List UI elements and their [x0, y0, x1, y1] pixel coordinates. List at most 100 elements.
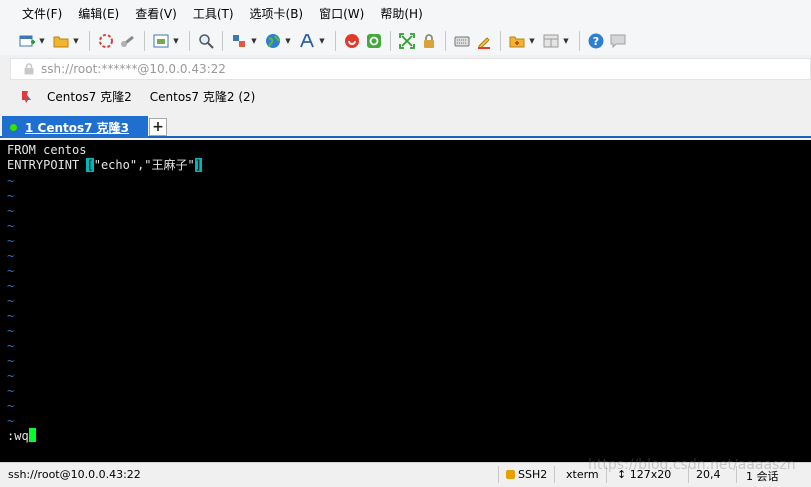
- tab-session[interactable]: 1 Centos7 克隆3: [2, 116, 148, 138]
- lock-icon: [24, 63, 34, 75]
- new-tab-group-dropdown[interactable]: ▼: [528, 30, 536, 52]
- lock-button[interactable]: [418, 30, 440, 52]
- links-bar: Centos7 克隆2 Centos7 克隆2 (2): [0, 84, 811, 110]
- new-session-dropdown[interactable]: ▼: [38, 30, 46, 52]
- terminal-line: FROM centos: [7, 143, 87, 157]
- svg-text:?: ?: [593, 35, 599, 48]
- xftp-button[interactable]: [341, 30, 363, 52]
- properties-button[interactable]: [150, 30, 172, 52]
- bracket-highlight: [: [86, 158, 94, 172]
- fullscreen-icon: [399, 33, 415, 49]
- help-button[interactable]: ?: [585, 30, 607, 52]
- toolbar-separator: [445, 31, 446, 51]
- find-button[interactable]: [195, 30, 217, 52]
- links-bookmark-icon[interactable]: [20, 90, 34, 104]
- menu-tabs[interactable]: 选项卡(B): [242, 3, 312, 25]
- xmanager-button[interactable]: [363, 30, 385, 52]
- new-tab-group-button[interactable]: [506, 30, 528, 52]
- terminal-cursor: [28, 428, 36, 442]
- lock-icon: [506, 470, 515, 479]
- vim-empty-line: ~: [7, 249, 15, 263]
- vim-empty-line: ~: [7, 264, 15, 278]
- link-item[interactable]: Centos7 克隆2 (2): [141, 86, 265, 108]
- menu-view[interactable]: 查看(V): [127, 3, 185, 25]
- status-protocol: SSH2: [506, 468, 547, 481]
- new-tab-group-icon: [509, 36, 525, 48]
- terminal[interactable]: FROM centos ENTRYPOINT ["echo","王麻子"] ~ ~…: [0, 140, 811, 462]
- menu-bar: 文件(F) 编辑(E) 查看(V) 工具(T) 选项卡(B) 窗口(W) 帮助(…: [0, 0, 811, 27]
- layout-dropdown[interactable]: ▼: [562, 30, 570, 52]
- new-session-button[interactable]: [16, 30, 38, 52]
- toolbar-separator: [189, 31, 190, 51]
- highlight-button[interactable]: [473, 30, 495, 52]
- disconnect-icon: [99, 34, 113, 48]
- vim-empty-line: ~: [7, 174, 15, 188]
- globe-button[interactable]: [262, 30, 284, 52]
- address-text: ssh://root:******@10.0.0.43:22: [41, 62, 226, 76]
- find-icon: [199, 34, 214, 49]
- font-icon: [300, 34, 314, 48]
- properties-dropdown[interactable]: ▼: [172, 30, 180, 52]
- chat-icon: [610, 34, 626, 49]
- bracket-highlight: ]: [194, 158, 202, 172]
- layout-button[interactable]: [540, 30, 562, 52]
- watermark: https://blog.csdn.net/aaaaszn: [588, 457, 796, 473]
- globe-dropdown[interactable]: ▼: [284, 30, 292, 52]
- tab-label: 1 Centos7 克隆3: [25, 120, 130, 135]
- toolbar-separator: [390, 31, 391, 51]
- transfer-icon: [233, 35, 245, 47]
- help-icon: ?: [588, 33, 604, 49]
- toolbar: ▼ ▼ ▼ ▼ ▼ ▼ ▼ ▼ ?: [0, 27, 811, 55]
- status-connection: ssh://root@10.0.0.43:22: [8, 468, 141, 481]
- lock-icon: [424, 34, 434, 48]
- add-tab-button[interactable]: +: [149, 118, 167, 136]
- menu-file[interactable]: 文件(F): [14, 3, 70, 25]
- vim-empty-line: ~: [7, 234, 15, 248]
- fullscreen-button[interactable]: [396, 30, 418, 52]
- menu-window[interactable]: 窗口(W): [311, 3, 372, 25]
- toolbar-separator: [579, 31, 580, 51]
- highlight-icon: [478, 37, 490, 49]
- open-button[interactable]: [50, 30, 72, 52]
- vim-empty-line: ~: [7, 279, 15, 293]
- toolbar-separator: [335, 31, 336, 51]
- open-folder-icon: [53, 36, 69, 48]
- vim-empty-line: ~: [7, 189, 15, 203]
- vim-empty-line: ~: [7, 414, 15, 428]
- transfer-dropdown[interactable]: ▼: [250, 30, 258, 52]
- font-dropdown[interactable]: ▼: [318, 30, 326, 52]
- vim-empty-line: ~: [7, 369, 15, 383]
- tab-strip: 1 Centos7 克隆3 +: [0, 114, 811, 138]
- properties-icon: [153, 34, 169, 48]
- vim-empty-line: ~: [7, 309, 15, 323]
- toolbar-separator: [500, 31, 501, 51]
- address-bar[interactable]: ssh://root:******@10.0.0.43:22: [10, 58, 811, 80]
- menu-tools[interactable]: 工具(T): [185, 3, 242, 25]
- disconnect-button[interactable]: [95, 30, 117, 52]
- toolbar-separator: [89, 31, 90, 51]
- reconnect-button[interactable]: [117, 30, 139, 52]
- new-session-icon: [19, 35, 35, 47]
- vim-command-line: :wq: [7, 428, 36, 443]
- vim-empty-line: ~: [7, 294, 15, 308]
- keyboard-button[interactable]: [451, 30, 473, 52]
- font-button[interactable]: [296, 30, 318, 52]
- xftp-icon: [345, 34, 359, 48]
- vim-empty-line: ~: [7, 339, 15, 353]
- vim-empty-line: ~: [7, 324, 15, 338]
- vim-empty-line: ~: [7, 204, 15, 218]
- connected-status-icon: [10, 123, 17, 131]
- globe-icon: [266, 34, 280, 48]
- link-item[interactable]: Centos7 克隆2: [38, 86, 141, 108]
- open-dropdown[interactable]: ▼: [72, 30, 80, 52]
- terminal-line: ENTRYPOINT ["echo","王麻子"]: [7, 158, 202, 172]
- layout-icon: [543, 34, 559, 48]
- toolbar-separator: [144, 31, 145, 51]
- menu-edit[interactable]: 编辑(E): [70, 3, 127, 25]
- menu-help[interactable]: 帮助(H): [372, 3, 430, 25]
- chat-button[interactable]: [607, 30, 629, 52]
- vim-empty-line: ~: [7, 219, 15, 233]
- vim-empty-line: ~: [7, 399, 15, 413]
- reconnect-icon: [121, 35, 134, 47]
- transfer-button[interactable]: [228, 30, 250, 52]
